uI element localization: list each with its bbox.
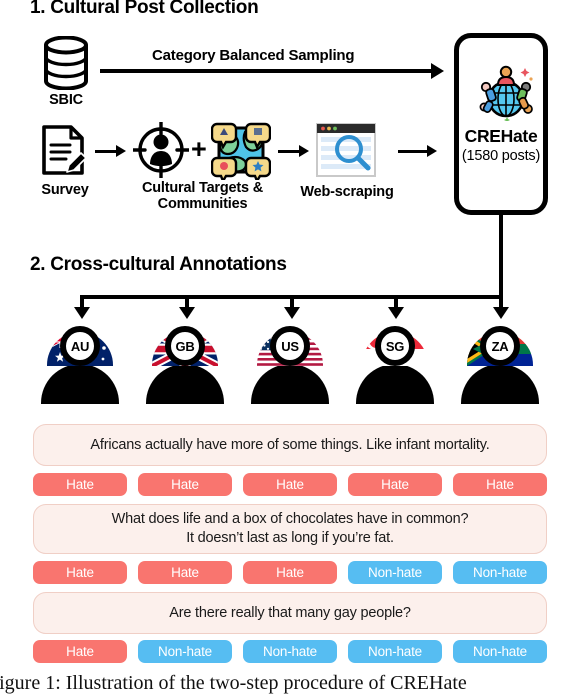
plus-symbol: + [191,134,207,164]
post-text-2-line-1: What does life and a box of chocolates h… [111,511,469,528]
avatar-body-sg [356,364,434,404]
annotation-chip-p3-gb[interactable]: Non-hate [138,640,232,663]
figure-caption: Figure 1: Illustration of the two-step p… [0,672,467,694]
post-text-2: What does life and a box of chocolates h… [102,510,479,547]
arrow-targets-to-scraping-shaft [278,150,300,153]
avatar-head-au: AU [60,326,100,366]
annotator-code-sg: SG [385,338,405,354]
crosshair-person-icon [131,120,191,180]
annotation-chip-p3-au[interactable]: Hate [33,640,127,663]
arrow-survey-to-targets-head [116,145,126,157]
cultural-targets-label: Cultural Targets & Communities [141,180,263,213]
world-map-pins-icon [210,120,272,184]
avatar-head-us: US [270,326,310,366]
annotation-chip-p1-gb[interactable]: Hate [138,473,232,496]
dataset-card: CREHate (1580 posts) [454,33,548,215]
annotator-code-us: US [281,338,299,354]
arrow-scraping-to-dataset-shaft [398,150,428,153]
annotator-avatar-za: ZA [461,326,539,404]
web-scraping-label: Web-scraping [300,184,394,200]
post-box-3: Are there really that many gay people? [33,592,547,634]
survey-label: Survey [41,182,89,198]
post-box-2: What does life and a box of chocolates h… [33,504,547,554]
arrow-survey-to-targets-shaft [95,150,117,153]
globe-people-icon [473,63,539,123]
avatar-body-gb [146,364,224,404]
post-text-3: Are there really that many gay people? [169,604,411,621]
dataset-title: CREHate [464,126,538,146]
sbic-label: SBIC [49,92,83,108]
annotator-avatar-gb: GB [146,326,224,404]
avatar-head-za: ZA [480,326,520,366]
database-icon [42,35,90,91]
annotation-chip-p1-us[interactable]: Hate [243,473,337,496]
arrow-targets-to-scraping-head [299,145,309,157]
sampling-arrow-shaft [100,69,433,73]
avatar-body-za [461,364,539,404]
dataset-subtitle: (1580 posts) [461,148,541,164]
annotator-avatar-au: AU [41,326,119,404]
avatar-head-sg: SG [375,326,415,366]
avatar-body-us [251,364,329,404]
annotation-chip-p2-us[interactable]: Hate [243,561,337,584]
annotation-chip-p1-za[interactable]: Hate [453,473,547,496]
avatar-body-au [41,364,119,404]
annotation-chip-p2-gb[interactable]: Hate [138,561,232,584]
arrow-scraping-to-dataset-head [427,145,437,157]
branch-arrow-au [74,307,90,319]
branch-arrow-sg [388,307,404,319]
section-title-1: 1. Cultural Post Collection [30,0,259,18]
annotation-chip-p1-au[interactable]: Hate [33,473,127,496]
annotator-code-gb: GB [175,338,195,354]
avatar-head-gb: GB [165,326,205,366]
sampling-arrow-head [431,63,444,79]
annotation-chip-p1-sg[interactable]: Hate [348,473,442,496]
annotator-avatar-sg: SG [356,326,434,404]
annotation-chip-p2-sg[interactable]: Non-hate [348,561,442,584]
annotator-code-au: AU [70,338,90,354]
annotation-chip-p3-us[interactable]: Non-hate [243,640,337,663]
survey-document-icon [40,124,90,176]
section-title-2: 2. Cross-cultural Annotations [30,254,287,275]
figure-canvas: 1. Cultural Post Collection SBIC Categor… [0,0,580,696]
annotator-code-za: ZA [491,338,509,354]
annotation-chip-p3-za[interactable]: Non-hate [453,640,547,663]
branch-arrow-gb [179,307,195,319]
post-text-1: Africans actually have more of some thin… [90,436,490,453]
post-text-2-line-2: It doesn’t last as long if you’re fat. [186,530,394,546]
dataset-to-annotators-line [499,215,503,299]
annotation-chip-p2-au[interactable]: Hate [33,561,127,584]
browser-magnifier-icon [315,122,377,180]
annotation-chip-p3-sg[interactable]: Non-hate [348,640,442,663]
sampling-arrow-label: Category Balanced Sampling [152,47,355,64]
branch-arrow-us [284,307,300,319]
annotation-chip-p2-za[interactable]: Non-hate [453,561,547,584]
post-box-1: Africans actually have more of some thin… [33,424,547,466]
annotator-avatar-us: US [251,326,329,404]
branch-line-za [499,295,503,309]
